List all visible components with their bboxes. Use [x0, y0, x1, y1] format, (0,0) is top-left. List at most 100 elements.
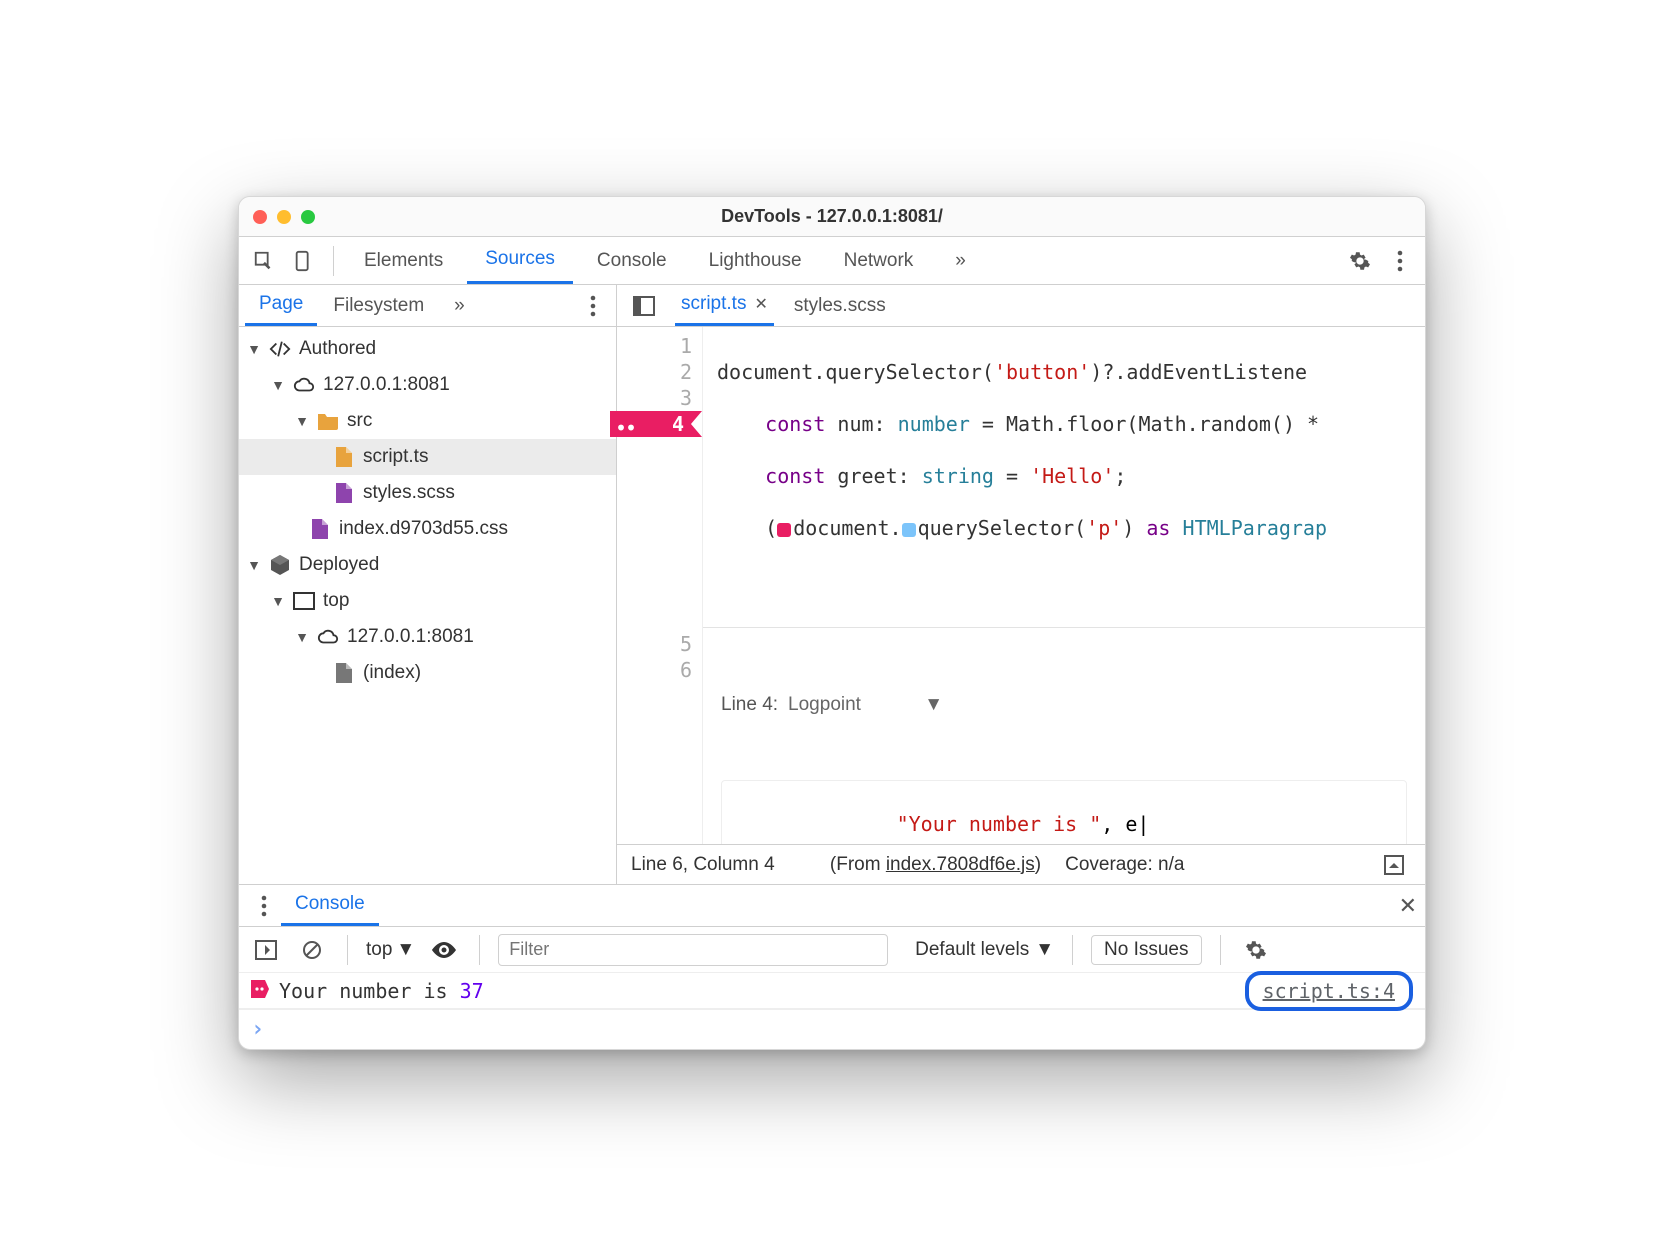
tree-index[interactable]: (index): [239, 655, 616, 691]
source-map-link[interactable]: index.7808df6e.js: [886, 854, 1035, 875]
editor-tab-label: script.ts: [681, 293, 746, 315]
log-entry[interactable]: Your number is 37 script.ts:4: [239, 973, 1425, 1009]
drawer-tabs: Console ✕: [239, 885, 1425, 927]
tab-console[interactable]: Console: [579, 237, 685, 284]
tab-more[interactable]: »: [937, 237, 984, 284]
scroll-top-icon[interactable]: [1377, 848, 1411, 882]
cloud-icon: [293, 376, 315, 394]
logpoint-badge-icon: [251, 979, 269, 1003]
navigator-sidebar: Page Filesystem » ▼ Authored ▼ 127.0.0.1…: [239, 285, 617, 884]
editor-tab-label: styles.scss: [794, 295, 886, 317]
log-value: 37: [460, 979, 484, 1003]
code-text[interactable]: document.querySelector('button')?.addEve…: [703, 327, 1425, 844]
navigator-tab-more[interactable]: »: [440, 285, 479, 326]
step-marker-icon: [902, 523, 916, 537]
box-icon: [269, 554, 291, 576]
console-filter-input[interactable]: [498, 934, 888, 966]
tree-file-styles[interactable]: styles.scss: [239, 475, 616, 511]
tree-host[interactable]: ▼ 127.0.0.1:8081: [239, 367, 616, 403]
logpoint-line-label: Line 4:: [721, 692, 778, 718]
logpoint-marker[interactable]: 4 ••: [617, 411, 692, 437]
log-levels-select[interactable]: Default levels▼: [915, 939, 1054, 961]
tree-label: top: [323, 590, 349, 612]
file-icon: [309, 518, 331, 540]
navigator-tab-page[interactable]: Page: [245, 285, 317, 326]
tree-label: index.d9703d55.css: [339, 518, 508, 540]
line-number: 3: [617, 385, 692, 411]
line-number: 6: [617, 657, 692, 683]
device-toolbar-icon[interactable]: [287, 244, 321, 278]
tree-authored[interactable]: ▼ Authored: [239, 331, 616, 367]
console-output: Your number is 37 script.ts:4 ›: [239, 973, 1425, 1049]
file-icon: [333, 662, 355, 684]
tab-network[interactable]: Network: [826, 237, 932, 284]
logpoint-expression-input[interactable]: "Your number is ", e|: [721, 780, 1407, 844]
issues-button[interactable]: No Issues: [1091, 935, 1201, 965]
source-map-from: (From index.7808df6e.js): [830, 854, 1041, 876]
tree-src-folder[interactable]: ▼ src: [239, 403, 616, 439]
editor-tab-styles[interactable]: styles.scss: [788, 285, 892, 326]
main-tabs: Elements Sources Console Lighthouse Netw…: [239, 237, 1425, 285]
titlebar: DevTools - 127.0.0.1:8081/: [239, 197, 1425, 237]
close-tab-icon[interactable]: ✕: [754, 294, 767, 314]
settings-icon[interactable]: [1343, 244, 1377, 278]
line-number: 4: [672, 411, 684, 437]
console-prompt[interactable]: ›: [239, 1009, 1425, 1049]
tree-host2[interactable]: ▼ 127.0.0.1:8081: [239, 619, 616, 655]
toggle-navigator-icon[interactable]: [627, 289, 661, 323]
inspect-icon[interactable]: [247, 244, 281, 278]
window-controls: [253, 210, 315, 224]
kebab-icon[interactable]: [1383, 244, 1417, 278]
line-number: 1: [617, 333, 692, 359]
breakpoint-type-select[interactable]: Logpoint ▼: [788, 692, 943, 718]
step-marker-icon: [777, 523, 791, 537]
live-expression-icon[interactable]: [427, 933, 461, 967]
context-selector[interactable]: top▼: [366, 939, 415, 961]
window-minimize-button[interactable]: [277, 210, 291, 224]
editor-tab-script[interactable]: script.ts ✕: [675, 285, 774, 326]
file-icon: [333, 446, 355, 468]
console-settings-icon[interactable]: [1239, 933, 1273, 967]
gutter: 1 2 3 4 •• 5 6: [617, 327, 703, 844]
tree-label: script.ts: [363, 446, 428, 468]
tree-label: Deployed: [299, 554, 379, 576]
coverage-label: Coverage: n/a: [1065, 854, 1184, 876]
drawer-close-icon[interactable]: ✕: [1399, 893, 1417, 919]
tab-lighthouse[interactable]: Lighthouse: [691, 237, 820, 284]
line-number: 2: [617, 359, 692, 385]
editor-status-bar: Line 6, Column 4 (From index.7808df6e.js…: [617, 844, 1425, 884]
navigator-kebab-icon[interactable]: [576, 289, 610, 323]
editor-tabs: script.ts ✕ styles.scss: [617, 285, 1425, 327]
tree-file-indexcss[interactable]: index.d9703d55.css: [239, 511, 616, 547]
window-close-button[interactable]: [253, 210, 267, 224]
prompt-chevron-icon: ›: [251, 1017, 264, 1042]
logpoint-editor: Line 4: Logpoint ▼ "Your number is ", e|…: [703, 627, 1425, 844]
log-source-link[interactable]: script.ts:4: [1245, 971, 1413, 1011]
drawer-kebab-icon[interactable]: [247, 889, 281, 923]
console-sidebar-icon[interactable]: [249, 933, 283, 967]
tree-deployed[interactable]: ▼ Deployed: [239, 547, 616, 583]
tab-elements[interactable]: Elements: [346, 237, 461, 284]
code-editor[interactable]: 1 2 3 4 •• 5 6 document.querySelector('b…: [617, 327, 1425, 844]
folder-icon: [317, 412, 339, 430]
tree-label: src: [347, 410, 372, 432]
separator: [333, 246, 334, 276]
sources-body: Page Filesystem » ▼ Authored ▼ 127.0.0.1…: [239, 285, 1425, 884]
navigator-tabs: Page Filesystem »: [239, 285, 616, 327]
window-maximize-button[interactable]: [301, 210, 315, 224]
code-icon: [269, 340, 291, 358]
cloud-icon: [317, 628, 339, 646]
console-drawer: Console ✕ top▼ Default levels▼: [239, 884, 1425, 1049]
log-message: Your number is: [279, 979, 448, 1003]
frame-icon: [293, 592, 315, 610]
tree-file-script[interactable]: script.ts: [239, 439, 616, 475]
editor-pane: script.ts ✕ styles.scss 1 2 3 4 ••: [617, 285, 1425, 884]
tab-sources[interactable]: Sources: [467, 237, 573, 284]
tree-top[interactable]: ▼ top: [239, 583, 616, 619]
window-title: DevTools - 127.0.0.1:8081/: [721, 206, 943, 227]
tree-label: 127.0.0.1:8081: [347, 626, 474, 648]
tree-label: (index): [363, 662, 421, 684]
drawer-tab-console[interactable]: Console: [281, 885, 379, 926]
navigator-tab-filesystem[interactable]: Filesystem: [319, 285, 438, 326]
clear-console-icon[interactable]: [295, 933, 329, 967]
